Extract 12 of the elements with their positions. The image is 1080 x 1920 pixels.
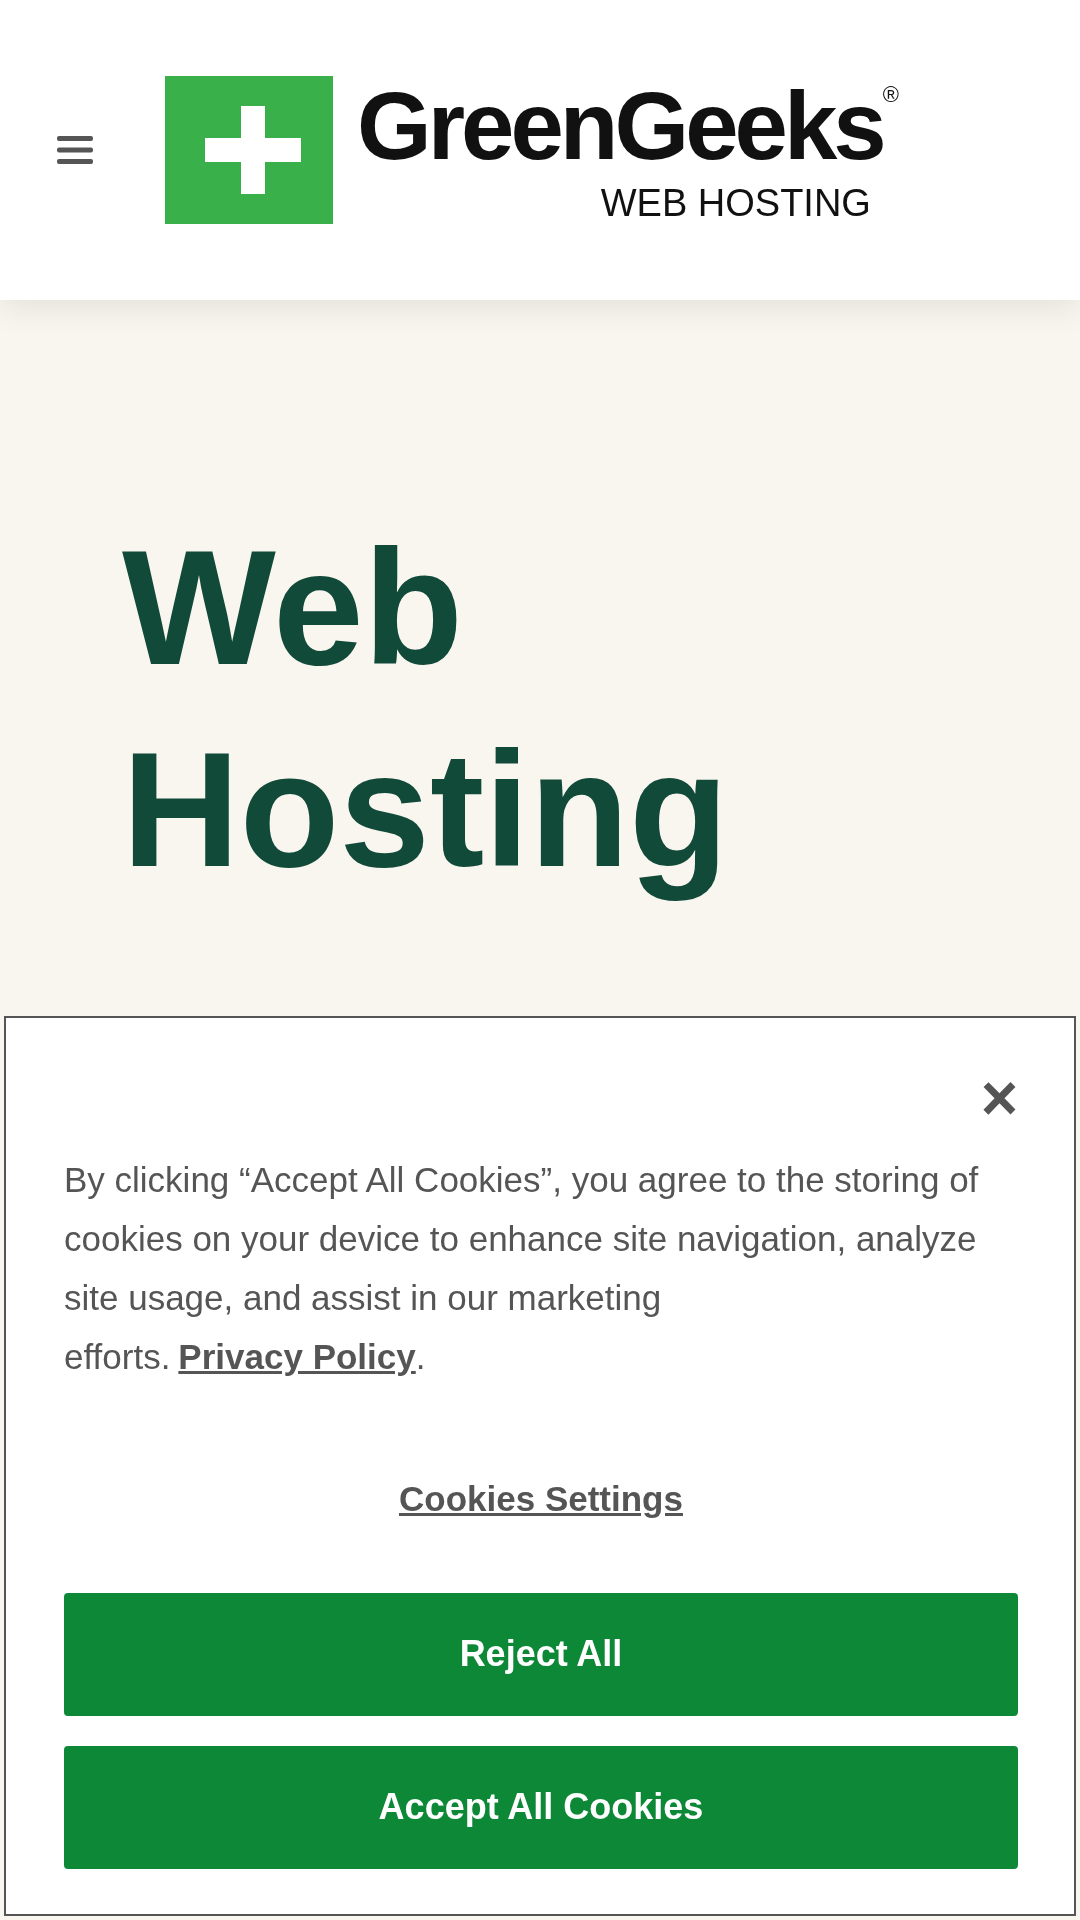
privacy-policy-link[interactable]: Privacy Policy	[178, 1337, 416, 1376]
registered-mark: ®	[882, 82, 899, 107]
hero-heading: Web Hosting	[122, 515, 730, 903]
close-button[interactable]: ×	[980, 1066, 1018, 1130]
accept-all-button[interactable]: Accept All Cookies	[64, 1745, 1018, 1869]
logo-tagline: WEB HOSTING	[600, 184, 871, 222]
cookies-settings-link[interactable]: Cookies Settings	[393, 1472, 689, 1527]
cookie-notice-text: By clicking “Accept All Cookies”, you agree to the storing of cookies on your device to enhance site navigation, analyze site usage, and assist in our marketing efforts. Privacy Policy.	[64, 1159, 980, 1378]
reject-all-button[interactable]: Reject All	[64, 1592, 1018, 1716]
menu-icon[interactable]	[57, 135, 93, 165]
logo-wordmark: GreenGeeks	[357, 72, 883, 179]
plus-icon	[165, 76, 333, 224]
